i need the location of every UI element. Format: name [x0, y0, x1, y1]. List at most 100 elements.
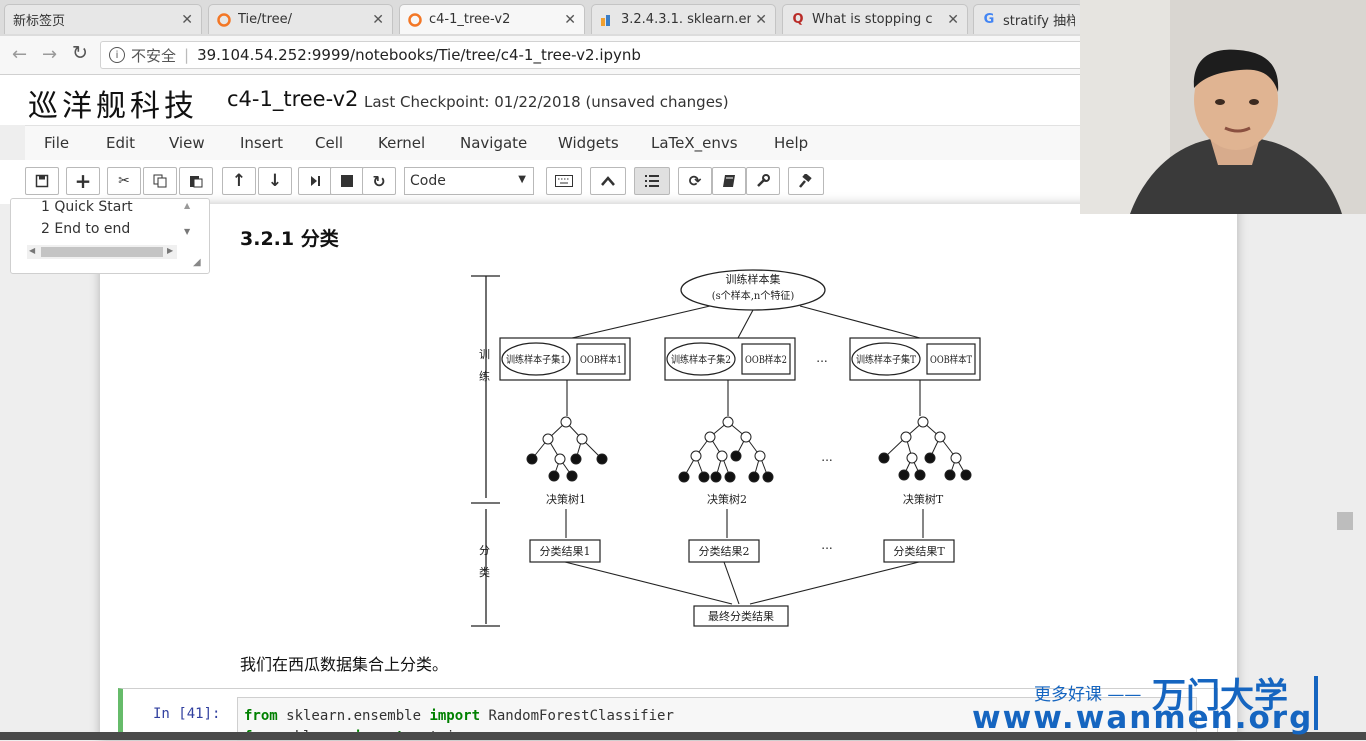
gavel-icon[interactable]	[788, 167, 824, 195]
wrench-icon[interactable]	[746, 167, 780, 195]
scroll-left-icon[interactable]: ◀	[29, 246, 35, 255]
close-icon[interactable]: ✕	[372, 12, 384, 28]
notebook-header: 巡洋舰科技 c4-1_tree-v2 Last Checkpoint: 01/2…	[0, 75, 1080, 125]
stop-icon[interactable]	[330, 167, 364, 195]
back-arrow-icon[interactable]: ←	[12, 44, 27, 65]
scrollbar-thumb[interactable]	[1337, 512, 1353, 530]
jupyter-icon	[408, 12, 422, 27]
cut-icon[interactable]: ✂	[107, 167, 141, 195]
cell-prompt: In [41]:	[153, 706, 221, 722]
presenter-illustration	[1080, 0, 1366, 214]
menu-widgets[interactable]: Widgets	[558, 134, 619, 152]
subset-label-2: 训练样本子集2	[671, 353, 731, 366]
address-bar: ← → ↻ i 不安全 | 39.104.54.252:9999/noteboo…	[0, 36, 1080, 75]
subset-label-t: 训练样本子集T	[856, 353, 916, 366]
right-margin	[1237, 214, 1366, 732]
browser-tab-sklearn[interactable]: 3.2.4.3.1. sklearn.en ✕	[591, 4, 776, 34]
menu-insert[interactable]: Insert	[240, 134, 283, 152]
browser-tab-new[interactable]: 新标签页 ✕	[4, 4, 202, 34]
ellipsis-2: ...	[821, 450, 832, 464]
arrow-down-icon[interactable]: ↓	[258, 167, 292, 195]
refresh-icon[interactable]: ⟳	[678, 167, 712, 195]
root-label: 训练样本集	[726, 272, 781, 286]
subset-label-1: 训练样本子集1	[506, 353, 566, 366]
toc-item-label: End to end	[54, 221, 131, 237]
keyboard-icon[interactable]	[546, 167, 582, 195]
close-icon[interactable]: ✕	[755, 12, 767, 28]
url-field[interactable]: i 不安全 | 39.104.54.252:9999/notebooks/Tie…	[100, 41, 1080, 69]
restart-icon[interactable]: ↻	[362, 167, 396, 195]
list-icon[interactable]	[634, 167, 670, 195]
google-icon: G	[983, 12, 995, 27]
menu-kernel[interactable]: Kernel	[378, 134, 425, 152]
toc-item[interactable]: 2 End to end	[41, 221, 130, 237]
save-icon[interactable]	[25, 167, 59, 195]
decision-tree-t	[878, 416, 972, 481]
menu-navigate[interactable]: Navigate	[460, 134, 527, 152]
close-icon[interactable]: ✕	[947, 12, 959, 28]
arrow-up-icon[interactable]: ↑	[222, 167, 256, 195]
menu-file[interactable]: File	[44, 134, 69, 152]
ellipsis-1: ...	[816, 351, 827, 365]
horizontal-scrollbar[interactable]: ◀ ▶	[27, 245, 177, 259]
code-module: sklearn.ensemble	[277, 708, 430, 724]
menu-latex-envs[interactable]: LaTeX_envs	[651, 134, 738, 152]
subset-to-tree-arrows	[566, 380, 921, 416]
info-icon[interactable]: i	[109, 47, 125, 63]
random-forest-diagram: 训练 分类 训练样本集 (s个样本,n个特征) 训练样本子集1 OOB样本1 训…	[471, 269, 981, 627]
security-label: 不安全	[131, 46, 177, 65]
notebook-name[interactable]: c4-1_tree-v2	[227, 87, 358, 111]
tab-label: What is stopping c	[812, 12, 933, 27]
menu-bar: File Edit View Insert Cell Kernel Naviga…	[25, 125, 1080, 161]
caret-up-icon[interactable]	[590, 167, 626, 195]
tree-label-1: 决策树1	[546, 492, 586, 506]
scroll-down-icon[interactable]: ▼	[184, 227, 190, 236]
url-text: 39.104.54.252:9999/notebooks/Tie/tree/c4…	[197, 46, 641, 64]
toc-item-number: 2	[41, 221, 50, 237]
copy-icon[interactable]	[143, 167, 177, 195]
scrollbar-thumb[interactable]	[41, 247, 163, 257]
browser-tab-quora[interactable]: Q What is stopping c ✕	[782, 4, 968, 34]
close-icon[interactable]: ✕	[564, 12, 576, 28]
book-icon[interactable]	[712, 167, 746, 195]
menu-help[interactable]: Help	[774, 134, 808, 152]
toc-item[interactable]: 1 Quick Start	[41, 199, 133, 215]
decision-tree-2	[678, 416, 774, 483]
root-sublabel: (s个样本,n个特征)	[712, 289, 795, 302]
tree-to-result-arrows	[565, 509, 924, 538]
menu-view[interactable]: View	[169, 134, 205, 152]
tree-label-t: 决策树T	[903, 492, 944, 506]
side-label-train: 训练	[479, 348, 490, 383]
tab-label: 3.2.4.3.1. sklearn.en	[621, 12, 752, 27]
forward-arrow-icon[interactable]: →	[42, 44, 57, 65]
final-result-label: 最终分类结果	[708, 609, 774, 623]
plus-icon[interactable]: +	[66, 167, 100, 195]
watermark-bar	[1314, 676, 1318, 730]
webcam-video	[1080, 0, 1366, 214]
resize-handle-icon[interactable]: ◢	[193, 257, 201, 268]
paste-icon[interactable]	[179, 167, 213, 195]
ellipsis-3: ...	[821, 538, 832, 552]
close-icon[interactable]: ✕	[181, 12, 193, 28]
oob-label-2: OOB样本2	[745, 353, 787, 366]
final-arrows	[564, 561, 920, 605]
browser-tab-notebook[interactable]: c4-1_tree-v2 ✕	[399, 4, 585, 34]
markdown-paragraph: 我们在西瓜数据集合上分类。	[240, 655, 449, 674]
browser-tab-tree[interactable]: Tie/tree/ ✕	[208, 4, 393, 34]
menu-edit[interactable]: Edit	[106, 134, 135, 152]
sklearn-icon	[600, 13, 614, 27]
run-icon[interactable]	[298, 167, 332, 195]
oob-label-t: OOB样本T	[930, 353, 972, 366]
oob-label-1: OOB样本1	[580, 353, 622, 366]
reload-icon[interactable]: ↻	[72, 42, 88, 64]
checkpoint-status: Last Checkpoint: 01/22/2018 (unsaved cha…	[364, 93, 729, 111]
scroll-up-icon[interactable]: ▲	[184, 201, 190, 210]
scroll-right-icon[interactable]: ▶	[167, 246, 173, 255]
toc-panel: 1 Quick Start 2 End to end ▲ ▼ ◀ ▶ ◢	[10, 198, 210, 274]
menu-cell[interactable]: Cell	[315, 134, 343, 152]
quora-icon: Q	[792, 12, 804, 27]
side-label-classify: 分类	[479, 544, 490, 579]
tree-label-2: 决策树2	[707, 492, 747, 506]
browser-tab-google[interactable]: G stratify 抽样	[973, 4, 1083, 34]
cell-type-select[interactable]: Code ▼	[404, 167, 534, 195]
